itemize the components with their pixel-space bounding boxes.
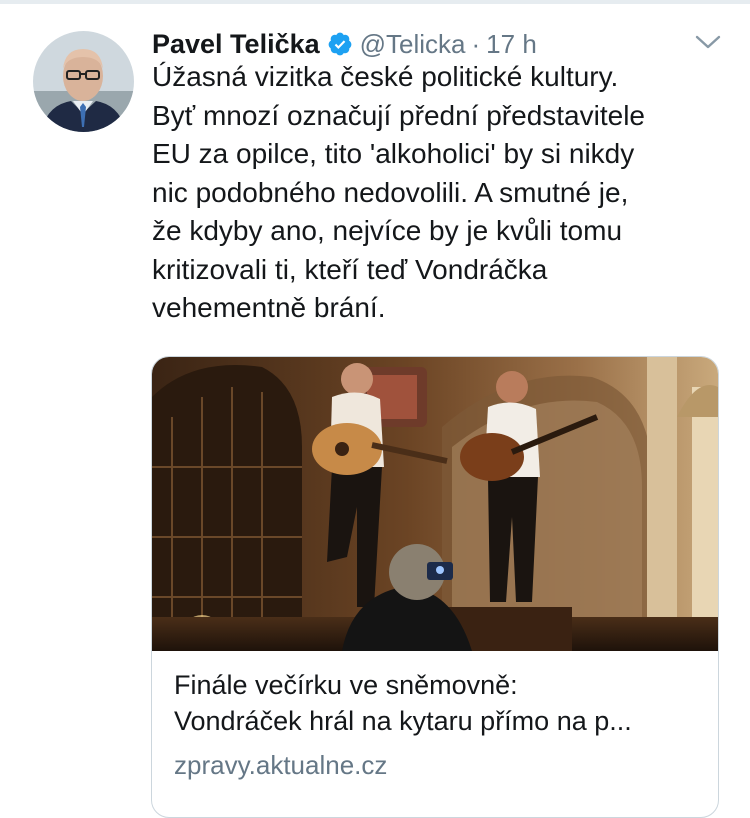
card-title[interactable]: Finále večírku ve sněmovně: Vondráček hr…	[174, 667, 632, 739]
tweet-text-line: nic podobného nedovolili. A smutné je,	[152, 176, 629, 208]
author-name[interactable]: Pavel Telička	[152, 29, 320, 60]
author-handle[interactable]: @Telicka	[360, 29, 466, 60]
card-title-line: Vondráček hrál na kytaru přímo na p...	[174, 706, 632, 736]
tweet-text-line: EU za opilce, tito 'alkoholici' by si ni…	[152, 138, 635, 169]
top-divider	[0, 0, 750, 4]
tweet-text-line: že kdyby ano, nejvíce by je kvůli tomu	[152, 215, 623, 246]
card-title-line: Finále večírku ve sněmovně:	[174, 670, 518, 700]
link-preview-card[interactable]: Finále večírku ve sněmovně: Vondráček hr…	[151, 356, 719, 818]
tweet-text-line: vehementně brání.	[152, 292, 386, 323]
chevron-down-icon[interactable]	[693, 30, 723, 54]
avatar[interactable]	[33, 31, 134, 132]
tweet-text-line: kritizovali ti, kteří teď Vondráčka	[152, 253, 548, 285]
tweet-text-line: Úžasná vizitka české politické kultury.	[152, 61, 619, 92]
card-image[interactable]	[152, 357, 718, 651]
tweet-text: Úžasná vizitka české politické kultury. …	[152, 58, 727, 328]
tweet-text-line: Byť mnozí označují přední představitele	[152, 99, 645, 131]
separator-dot: ·	[471, 28, 481, 59]
tweet-timestamp[interactable]: 17 h	[486, 29, 537, 60]
verified-badge-icon	[327, 31, 353, 57]
card-domain[interactable]: zpravy.aktualne.cz	[174, 750, 387, 781]
